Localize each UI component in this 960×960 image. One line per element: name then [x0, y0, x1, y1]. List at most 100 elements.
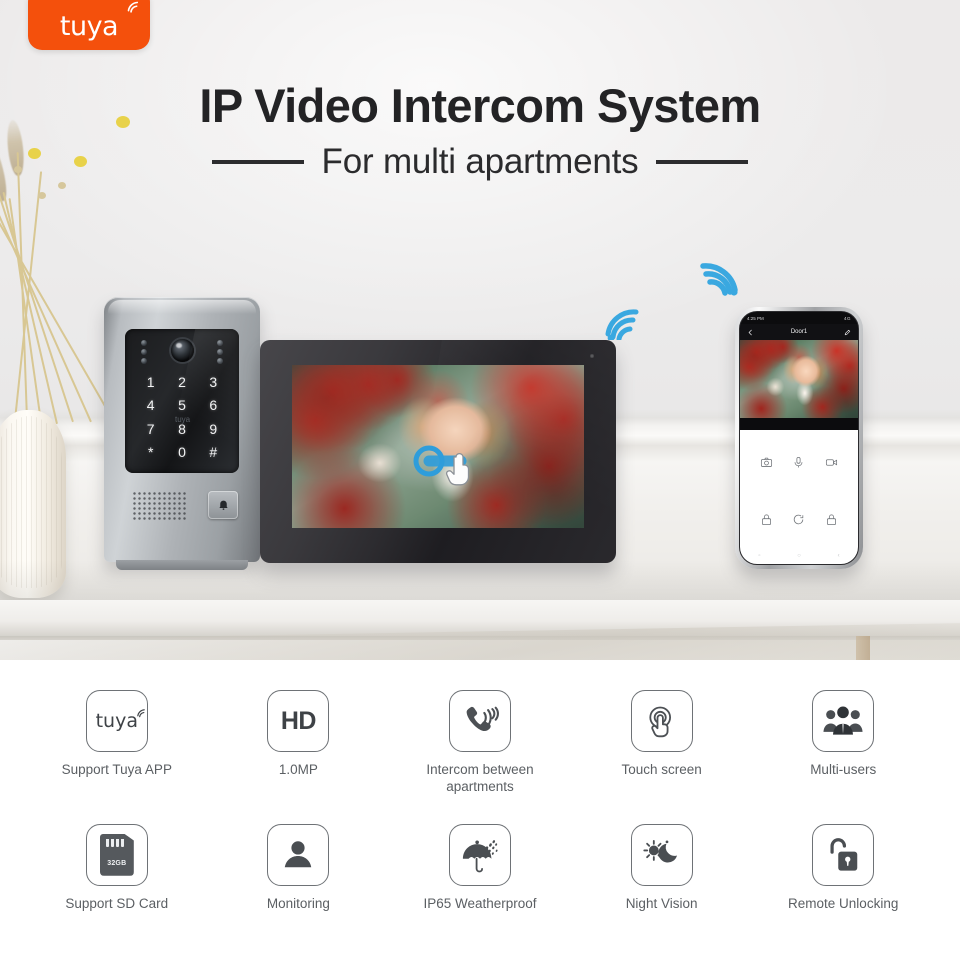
- feature-hd-resolution[interactable]: HD 1.0MP: [208, 690, 390, 796]
- feature-grid-row1: tuya Support Tuya APP HD 1.0MP Intercom …: [26, 690, 934, 796]
- monitor-screen[interactable]: [292, 365, 584, 528]
- feature-icon-box: [812, 823, 875, 886]
- feature-intercom[interactable]: Intercom between apartments: [389, 690, 571, 796]
- feature-remote-unlocking[interactable]: Remote Unlocking: [752, 823, 934, 913]
- touch-gesture-icon: [412, 443, 482, 489]
- feature-support-tuya-app[interactable]: tuya Support Tuya APP: [26, 690, 208, 796]
- keypad-key[interactable]: 0: [166, 443, 197, 461]
- phone-notch: [773, 312, 825, 323]
- feature-icon-box: [630, 690, 693, 752]
- arrow-left-icon[interactable]: [747, 329, 754, 336]
- app-video-feed[interactable]: [740, 340, 858, 418]
- phone-ringing-icon: [466, 706, 499, 732]
- feature-label: Night Vision: [625, 895, 698, 911]
- page-subtitle: For multi apartments: [0, 142, 960, 182]
- feature-night-vision[interactable]: Night Vision: [571, 823, 753, 913]
- hd-icon: HD: [280, 706, 317, 735]
- keypad-key[interactable]: 1: [135, 373, 166, 391]
- sd-card-icon: 32GB: [99, 833, 134, 876]
- refresh-icon[interactable]: [792, 513, 805, 526]
- feature-icon-box: HD: [267, 690, 330, 752]
- device-brand-mark: tuya: [175, 415, 191, 424]
- smartphone-device: 4:25 PM 4G Door1 ▫ ○ ‹: [735, 307, 863, 569]
- video-letterbox: [740, 418, 858, 430]
- indoor-monitor-device: [260, 340, 616, 563]
- feature-label: Monitoring: [266, 895, 330, 911]
- keypad-key[interactable]: 3: [198, 373, 229, 391]
- keypad-key[interactable]: #: [198, 443, 229, 461]
- ir-led-icon: [141, 340, 147, 364]
- back-icon[interactable]: ‹: [838, 553, 840, 559]
- feature-icon-box: [448, 823, 511, 886]
- status-time: 4:25 PM: [747, 315, 764, 321]
- video-camera-icon[interactable]: [825, 456, 838, 469]
- feature-label: Intercom between apartments: [426, 762, 534, 794]
- hero-scene: 1 2 3 4 5 6 7 8 9 * 0 # tuya 4:25 PM 4G …: [0, 0, 960, 660]
- wifi-signal-icon: [602, 306, 642, 340]
- door-station-device: 1 2 3 4 5 6 7 8 9 * 0 # tuya: [104, 297, 260, 570]
- app-bar: Door1: [740, 324, 858, 340]
- app-control-panel: ▫ ○ ‹: [740, 430, 858, 564]
- keypad-key[interactable]: *: [135, 443, 166, 461]
- doorbell-icon: [218, 500, 228, 510]
- control-row-locks: [740, 513, 858, 526]
- camera-lens-icon: [171, 339, 194, 362]
- feature-monitoring[interactable]: Monitoring: [208, 823, 390, 913]
- product-banner: 1 2 3 4 5 6 7 8 9 * 0 # tuya 4:25 PM 4G …: [0, 0, 960, 960]
- wifi-arc-icon: [127, 1, 139, 13]
- lock-icon[interactable]: [760, 513, 773, 526]
- recents-icon[interactable]: ▫: [758, 553, 760, 559]
- doorbell-button[interactable]: [208, 491, 238, 519]
- keypad-key[interactable]: 9: [198, 420, 229, 438]
- tuya-logo-text: tuya: [95, 710, 138, 732]
- feature-section: tuya Support Tuya APP HD 1.0MP Intercom …: [0, 660, 960, 960]
- android-nav-bar: ▫ ○ ‹: [740, 550, 858, 562]
- keypad-key[interactable]: 4: [135, 396, 166, 414]
- feature-label: 1.0MP: [278, 762, 318, 777]
- table-leg: [856, 636, 870, 660]
- ir-led-icon: [217, 340, 223, 364]
- app-title: Door1: [790, 329, 808, 335]
- video-feed-image: [740, 340, 858, 418]
- wifi-signal-icon: [697, 258, 743, 296]
- feature-icon-box: 32GB: [85, 823, 148, 886]
- door-station-keypad[interactable]: 1 2 3 4 5 6 7 8 9 * 0 #: [135, 373, 229, 462]
- users-group-icon: [823, 706, 863, 735]
- person-icon: [285, 841, 312, 868]
- camera-icon[interactable]: [760, 456, 773, 469]
- feature-label: Support SD Card: [65, 895, 169, 911]
- home-icon[interactable]: ○: [797, 553, 801, 559]
- feature-icon-box: [630, 823, 693, 886]
- subtitle-text: For multi apartments: [321, 142, 639, 181]
- feature-weatherproof[interactable]: IP65 Weatherproof: [389, 823, 571, 913]
- feature-icon-box: tuya: [85, 690, 148, 752]
- phone-screen[interactable]: 4:25 PM 4G Door1 ▫ ○ ‹: [739, 311, 859, 565]
- pencil-icon[interactable]: [844, 329, 851, 336]
- feature-multi-users[interactable]: Multi-users: [752, 690, 934, 796]
- keypad-key[interactable]: 5: [166, 396, 197, 414]
- keypad-key[interactable]: 2: [166, 373, 197, 391]
- feature-icon-box: [267, 823, 330, 886]
- tuya-wordmark: tuya: [59, 11, 119, 42]
- tuya-logo-icon: tuya: [95, 709, 145, 732]
- control-row-primary: [740, 456, 858, 469]
- speaker-grille-icon: [132, 491, 188, 521]
- feature-icon-box: [448, 690, 511, 752]
- device-base: [116, 560, 248, 570]
- umbrella-rain-icon: [462, 839, 498, 873]
- feature-touch-screen[interactable]: Touch screen: [571, 690, 753, 796]
- feature-label: Multi-users: [810, 762, 877, 777]
- keypad-key[interactable]: 7: [135, 420, 166, 438]
- front-camera-icon: [590, 354, 594, 358]
- door-station-panel: 1 2 3 4 5 6 7 8 9 * 0 # tuya: [125, 329, 239, 473]
- keypad-key[interactable]: 8: [166, 420, 197, 438]
- sd-pins: [105, 838, 124, 847]
- touch-finger-icon: [648, 706, 671, 738]
- microphone-icon[interactable]: [792, 456, 805, 469]
- lock-icon[interactable]: [825, 513, 838, 526]
- keypad-key[interactable]: 6: [198, 396, 229, 414]
- feature-label: IP65 Weatherproof: [423, 895, 537, 911]
- status-signal: 4G: [843, 315, 851, 321]
- tuya-brand-badge: tuya: [28, 0, 150, 50]
- feature-sd-card[interactable]: 32GB Support SD Card: [26, 823, 208, 913]
